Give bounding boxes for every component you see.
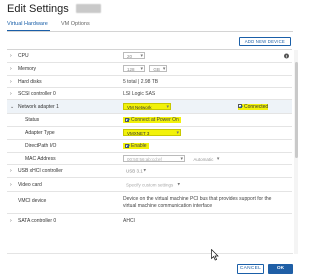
chevron-right-icon[interactable]: › xyxy=(10,53,12,59)
vmci-label: VMCI device xyxy=(18,198,47,204)
dialog-title-text: Edit Settings xyxy=(7,3,69,15)
tab-virtual-hardware[interactable]: Virtual Hardware xyxy=(7,21,48,27)
row-vmci-device: VMCI device Device on the virtual machin… xyxy=(7,192,292,214)
hard-disks-value: 5 total | 2.98 TB xyxy=(123,78,159,85)
row-status: Status Connect at Power On xyxy=(7,114,292,127)
mac-mode-select[interactable]: Automatic xyxy=(190,156,220,163)
chevron-right-icon[interactable]: › xyxy=(10,79,12,85)
tab-vm-options[interactable]: VM Options xyxy=(61,21,90,27)
status-label: Status xyxy=(25,117,40,123)
info-icon[interactable]: i xyxy=(284,53,289,59)
chevron-right-icon[interactable]: › xyxy=(10,218,12,224)
connected-toggle[interactable]: Connected xyxy=(238,103,269,110)
connected-checkbox[interactable] xyxy=(238,104,242,108)
scrollbar[interactable] xyxy=(294,50,298,254)
hard-disks-label: Hard disks xyxy=(18,78,42,85)
scsi-value: LSI Logic SAS xyxy=(123,90,156,97)
mac-value-field: 00:50:56:ab:cd:ef Automatic xyxy=(123,154,220,163)
directpath-toggle[interactable]: Enable xyxy=(123,143,149,149)
vmci-description-line2: virtual machine communication interface xyxy=(123,203,213,209)
chevron-right-icon[interactable]: › xyxy=(10,182,12,188)
scrollbar-thumb[interactable] xyxy=(294,62,298,158)
usb-value-field: USB 3.1 xyxy=(123,168,147,175)
memory-value-field: 128 GB xyxy=(123,65,168,73)
memory-label: Memory xyxy=(18,66,37,72)
row-network-adapter: ⌄ Network adapter 1 VM Network Connected xyxy=(7,100,292,114)
sata-value: AHCI xyxy=(123,217,135,224)
row-hard-disks: › Hard disks 5 total | 2.98 TB xyxy=(7,76,292,88)
row-sata-controller: › SATA controller 0 AHCI xyxy=(7,214,292,227)
footer-divider xyxy=(7,253,293,254)
video-card-label: Video card xyxy=(18,181,42,188)
vmci-description-line1: Device on the virtual machine PCI bus th… xyxy=(123,196,272,202)
row-scsi-controller: › SCSI controller 0 LSI Logic SAS xyxy=(7,88,292,100)
cpu-label: CPU xyxy=(18,53,29,59)
network-value-field: VM Network xyxy=(123,102,171,111)
ok-button[interactable]: OK xyxy=(268,264,293,274)
cancel-button[interactable]: CANCEL xyxy=(237,264,264,274)
adapter-type-field: VMXNET 3 xyxy=(123,129,181,137)
mouse-cursor-icon xyxy=(211,249,219,261)
connect-power-on-toggle[interactable]: Connect at Power On xyxy=(123,117,181,123)
cpu-value-field[interactable]: 20 xyxy=(123,52,145,60)
chevron-right-icon[interactable]: › xyxy=(10,168,12,174)
memory-unit-select[interactable]: GB xyxy=(149,65,168,73)
connect-power-on-label: Connect at Power On xyxy=(131,117,179,123)
adapter-type-label: Adapter Type xyxy=(25,130,55,136)
chevron-right-icon[interactable]: › xyxy=(10,66,12,72)
row-directpath: DirectPath I/O Enable xyxy=(7,140,292,153)
hardware-table: › CPU 20 i › Memory 128 GB › Hard disks … xyxy=(7,49,298,254)
row-usb-controller: › USB xHCI controller USB 3.1 xyxy=(7,165,292,178)
vmci-description: Device on the virtual machine PCI bus th… xyxy=(123,196,283,210)
network-select[interactable]: VM Network xyxy=(123,102,171,111)
connected-label: Connected xyxy=(244,103,269,110)
chevron-right-icon[interactable]: › xyxy=(10,91,12,97)
video-value-field: Specify custom settings xyxy=(123,181,181,188)
sata-label: SATA controller 0 xyxy=(18,217,57,224)
directpath-checkbox[interactable] xyxy=(125,143,129,148)
directpath-label: DirectPath I/O xyxy=(25,143,57,149)
directpath-enable-label: Enable xyxy=(131,143,147,149)
vm-name-redacted: vm01 xyxy=(75,4,101,13)
dialog-title: Edit Settings vm01 xyxy=(7,3,101,15)
mac-label: MAC Address xyxy=(25,155,56,162)
usb-select[interactable]: USB 3.1 xyxy=(123,168,147,175)
add-new-device-button[interactable]: ADD NEW DEVICE xyxy=(238,37,291,46)
network-adapter-label: Network adapter 1 xyxy=(18,103,59,110)
chevron-down-icon[interactable]: ⌄ xyxy=(10,104,14,110)
adapter-type-select[interactable]: VMXNET 3 xyxy=(123,129,181,137)
row-video-card: › Video card Specify custom settings xyxy=(7,178,292,192)
row-mac-address: MAC Address 00:50:56:ab:cd:ef Automatic xyxy=(7,153,292,165)
video-select[interactable]: Specify custom settings xyxy=(123,181,181,188)
edit-settings-dialog: Edit Settings vm01 Virtual Hardware VM O… xyxy=(0,0,300,280)
row-adapter-type: Adapter Type VMXNET 3 xyxy=(7,127,292,140)
mac-input[interactable]: 00:50:56:ab:cd:ef xyxy=(123,154,185,163)
memory-input[interactable]: 128 xyxy=(123,65,145,73)
cpu-select[interactable]: 20 xyxy=(123,52,145,60)
scsi-label: SCSI controller 0 xyxy=(18,90,56,97)
connect-power-on-checkbox[interactable] xyxy=(125,117,129,122)
usb-label: USB xHCI controller xyxy=(18,168,63,174)
row-memory: › Memory 128 GB xyxy=(7,63,292,76)
tabs-divider xyxy=(7,31,293,32)
row-cpu: › CPU 20 i xyxy=(7,50,292,63)
